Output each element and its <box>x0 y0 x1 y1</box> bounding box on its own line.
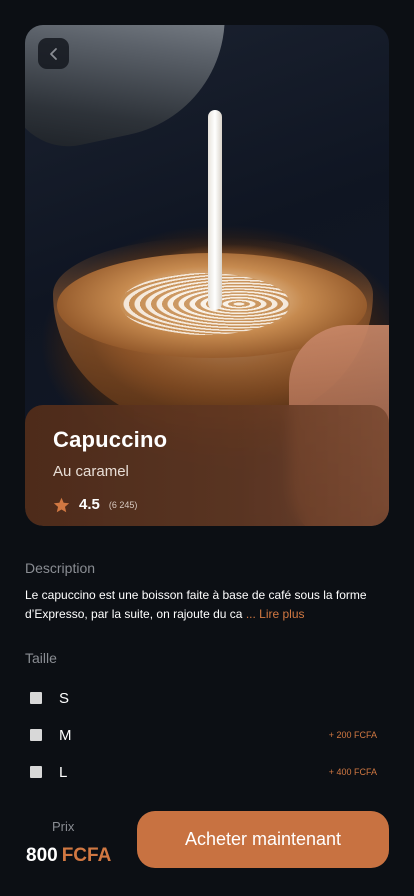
size-label: Taille <box>25 650 57 666</box>
size-option-label: S <box>59 689 70 707</box>
price: 800 FCFA <box>26 845 111 867</box>
chevron-left-icon <box>49 47 57 60</box>
latte-art-graphic <box>120 273 290 335</box>
size-option-l[interactable]: L + 400 FCFA <box>30 762 380 782</box>
product-name: Capuccino <box>53 427 168 452</box>
read-more-link[interactable]: ... Lire plus <box>246 607 305 621</box>
price-currency: FCFA <box>61 845 112 866</box>
buy-now-button[interactable]: Acheter maintenant <box>137 811 389 868</box>
size-option-m[interactable]: M + 200 FCFA <box>30 725 380 745</box>
description-text: Le capuccino est une boisson faite à bas… <box>25 586 385 624</box>
product-info-panel: Capuccino Au caramel 4.5 (6 245) <box>25 405 389 526</box>
size-option-label: M <box>59 726 72 744</box>
price-value: 800 <box>26 845 58 866</box>
back-button[interactable] <box>38 38 69 69</box>
rating-value: 4.5 <box>79 496 100 513</box>
size-checkbox[interactable] <box>30 729 42 741</box>
description-body: Le capuccino est une boisson faite à bas… <box>25 588 367 621</box>
rating: 4.5 (6 245) <box>53 496 137 513</box>
size-option-label: L <box>59 763 68 781</box>
price-label: Prix <box>52 819 75 834</box>
milk-stream-graphic <box>208 110 222 310</box>
rating-count: (6 245) <box>108 499 138 510</box>
size-checkbox[interactable] <box>30 692 42 704</box>
size-option-s[interactable]: S <box>30 688 380 708</box>
description-label: Description <box>25 560 96 576</box>
size-checkbox[interactable] <box>30 766 42 778</box>
size-option-extra: + 200 FCFA <box>328 730 377 740</box>
size-option-extra: + 400 FCFA <box>328 767 377 777</box>
star-icon <box>53 497 70 512</box>
product-subtitle: Au caramel <box>53 463 129 480</box>
product-hero-image: Capuccino Au caramel 4.5 (6 245) <box>25 25 389 526</box>
